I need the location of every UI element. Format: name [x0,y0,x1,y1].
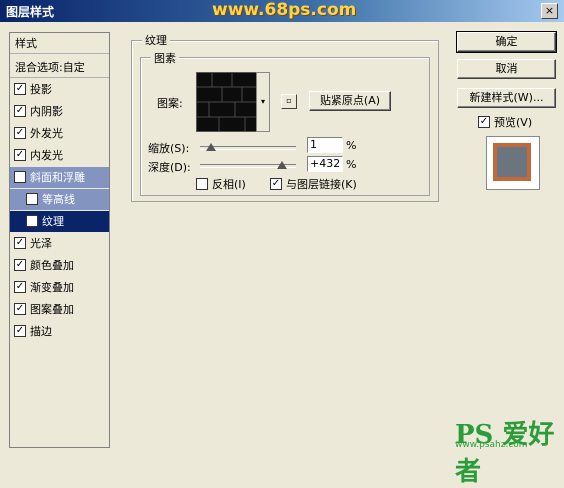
gradient-overlay-label: 渐变叠加 [30,281,74,294]
ok-button[interactable]: 确定 [456,31,557,53]
drop-shadow-label: 投影 [30,83,52,96]
cancel-button[interactable]: 取消 [457,59,556,79]
link-with-layer-checkbox[interactable]: ✓ [270,178,282,190]
contour-label: 等高线 [42,193,75,206]
sidebar-item-inner-shadow[interactable]: ✓ 内阴影 [10,101,109,122]
style-list: 样式 混合选项:自定 ✓ 投影 ✓ 内阴影 ✓ 外发光 ✓ 内发光 ✓ 斜面和浮雕 ✓ 等高… [9,32,110,448]
pattern-overlay-checkbox[interactable]: ✓ [14,303,26,315]
color-overlay-label: 颜色叠加 [30,259,74,272]
depth-input[interactable]: +432 [307,156,343,172]
texture-label: 纹理 [42,215,64,228]
brand-url: www.psahz.com [455,440,528,450]
depth-label: 深度(D): [148,161,191,174]
inner-shadow-label: 内阴影 [30,105,63,118]
sidebar-item-drop-shadow[interactable]: ✓ 投影 [10,79,109,100]
sidebar-item-gradient-overlay[interactable]: ✓ 渐变叠加 [10,277,109,298]
sidebar-item-contour[interactable]: ✓ 等高线 [10,189,109,210]
elements-subsection-title: 图素 [151,50,179,66]
sidebar-item-color-overlay[interactable]: ✓ 颜色叠加 [10,255,109,276]
new-style-button[interactable]: 新建样式(W)... [457,88,556,108]
outer-glow-label: 外发光 [30,127,63,140]
satin-label: 光泽 [30,237,52,250]
contour-checkbox[interactable]: ✓ [26,193,38,205]
brand-logo: PS 爱好者 [455,420,555,487]
title-bar: 图层样式 www.68ps.com × [0,0,564,22]
scale-unit: % [346,139,357,152]
texture-checkbox[interactable]: ✓ [26,215,38,227]
preview-option[interactable]: ✓ 预览(V) [478,114,532,130]
style-list-header[interactable]: 样式 [10,33,109,54]
watermark-text: www.68ps.com [212,0,357,20]
preview-fill [497,147,527,177]
sidebar-item-outer-glow[interactable]: ✓ 外发光 [10,123,109,144]
color-overlay-checkbox[interactable]: ✓ [14,259,26,271]
style-list-header-label: 样式 [15,37,37,50]
pattern-overlay-label: 图案叠加 [30,303,74,316]
sidebar-item-texture[interactable]: ✓ 纹理 [10,211,109,232]
new-preset-icon[interactable]: ▫ [281,94,297,109]
preview-checkbox[interactable]: ✓ [478,116,490,128]
gradient-overlay-checkbox[interactable]: ✓ [14,281,26,293]
texture-section-title: 纹理 [142,32,170,48]
close-button[interactable]: × [541,3,558,19]
depth-slider-thumb[interactable] [277,161,287,169]
stroke-checkbox[interactable]: ✓ [14,325,26,337]
inner-shadow-checkbox[interactable]: ✓ [14,105,26,117]
sidebar-item-inner-glow[interactable]: ✓ 内发光 [10,145,109,166]
bevel-emboss-label: 斜面和浮雕 [30,171,85,184]
invert-checkbox[interactable] [196,178,208,190]
sidebar-item-stroke[interactable]: ✓ 描边 [10,321,109,342]
inner-glow-label: 内发光 [30,149,63,162]
invert-label: 反相(I) [212,178,246,191]
pattern-preview[interactable] [196,72,258,132]
preview-label: 预览(V) [494,116,533,129]
link-with-layer-label: 与图层链接(K) [286,178,357,191]
pattern-swatch-icon [197,73,257,131]
blend-options-label: 混合选项:自定 [15,61,85,74]
satin-checkbox[interactable]: ✓ [14,237,26,249]
bevel-emboss-checkbox[interactable]: ✓ [14,171,26,183]
blend-options-item[interactable]: 混合选项:自定 [10,57,109,78]
sidebar-item-pattern-overlay[interactable]: ✓ 图案叠加 [10,299,109,320]
invert-option[interactable]: 反相(I) [196,176,246,192]
pattern-dropdown-arrow-icon[interactable]: ▾ [256,72,270,132]
snap-to-origin-button[interactable]: 贴紧原点(A) [309,91,391,111]
inner-glow-checkbox[interactable]: ✓ [14,149,26,161]
scale-label: 缩放(S): [148,142,190,155]
scale-slider-thumb[interactable] [206,143,216,151]
outer-glow-checkbox[interactable]: ✓ [14,127,26,139]
sidebar-item-bevel-emboss[interactable]: ✓ 斜面和浮雕 [10,167,109,188]
sidebar-item-satin[interactable]: ✓ 光泽 [10,233,109,254]
link-with-layer-option[interactable]: ✓ 与图层链接(K) [270,176,357,192]
stroke-label: 描边 [30,325,52,338]
window-title: 图层样式 [6,5,55,19]
drop-shadow-checkbox[interactable]: ✓ [14,83,26,95]
pattern-label: 图案: [157,97,183,110]
depth-unit: % [346,158,357,171]
style-preview-thumbnail [486,136,540,190]
scale-input[interactable]: 1 [307,137,343,153]
